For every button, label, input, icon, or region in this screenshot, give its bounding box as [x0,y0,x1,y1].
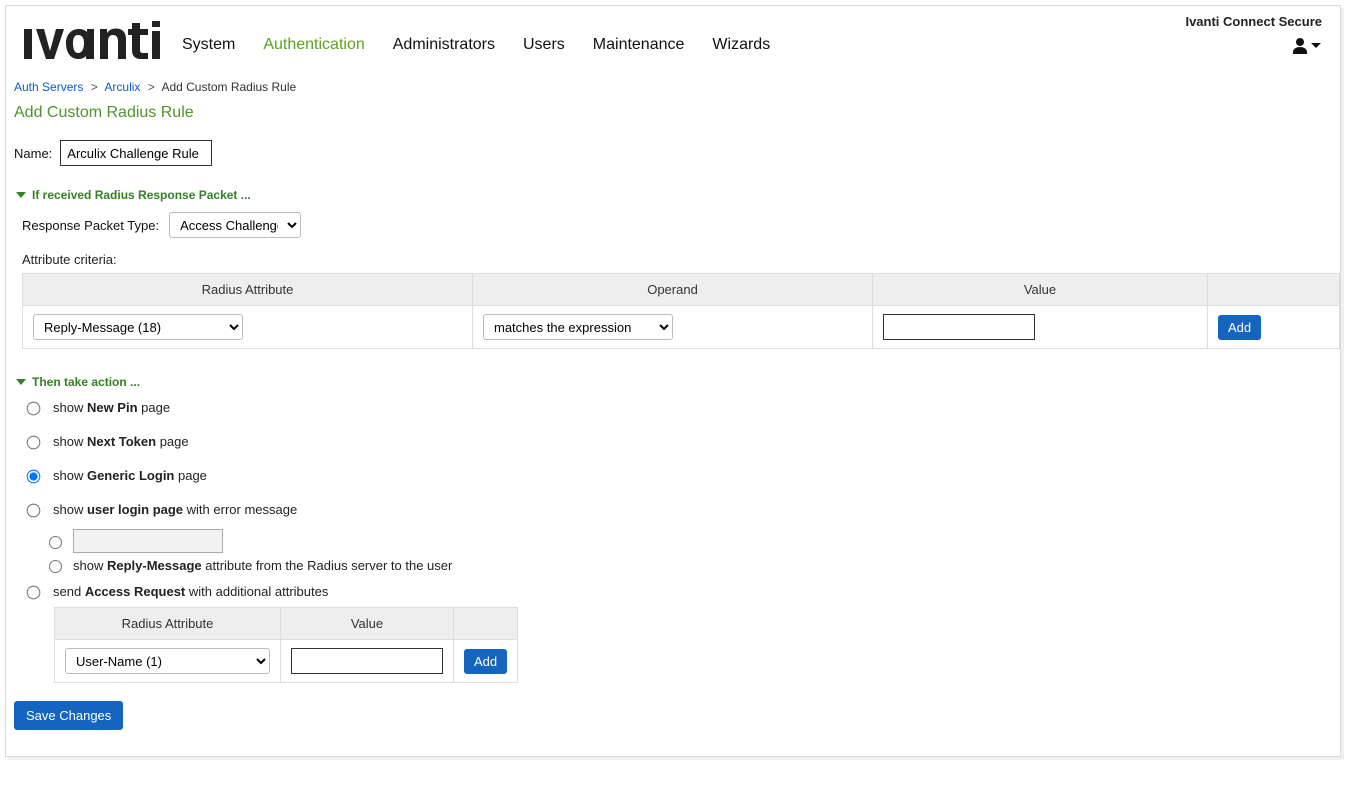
user-icon [1292,38,1308,54]
response-type-select[interactable]: Access Challenge [169,212,301,238]
breadcrumb-link-arculix[interactable]: Arculix [104,80,140,94]
table-row: User-Name (1) Add [55,640,518,683]
add-criteria-button[interactable]: Add [1218,315,1261,340]
radio-error-reply-message[interactable] [49,560,62,573]
breadcrumb-sep: > [148,80,155,94]
save-changes-button[interactable]: Save Changes [14,701,123,730]
chevron-down-icon [16,379,26,385]
add-inner-button[interactable]: Add [464,649,507,674]
radio-new-pin[interactable] [27,402,41,416]
inner-value-input[interactable] [291,648,443,674]
chevron-down-icon [1310,40,1322,52]
nav-item-system[interactable]: System [182,36,235,54]
nav-item-administrators[interactable]: Administrators [393,36,495,54]
action-next-token-label: show Next Token page [53,434,189,449]
action-access-request-label: send Access Request with additional attr… [53,584,328,599]
action-user-login-error-label: show user login page with error message [53,502,297,517]
user-menu[interactable] [1292,38,1322,54]
col-header-value: Value [873,274,1208,306]
col-header-operand: Operand [473,274,873,306]
action-new-pin-label: show New Pin page [53,400,170,415]
nav-item-users[interactable]: Users [523,36,565,54]
action-generic-login-label: show Generic Login page [53,468,207,483]
response-type-label: Response Packet Type: [22,218,159,233]
nav-item-authentication[interactable]: Authentication [263,36,364,54]
attribute-criteria-label: Attribute criteria: [22,252,1332,267]
breadcrumb-link-auth-servers[interactable]: Auth Servers [14,80,83,94]
additional-attributes-table: Radius Attribute Value User-Name (1) [54,607,518,683]
inner-attribute-select[interactable]: User-Name (1) [65,648,270,674]
col-header-action [1208,274,1340,306]
operand-select[interactable]: matches the expression [483,314,673,340]
breadcrumb-sep: > [91,80,98,94]
content: Name: If received Radius Response Packet… [6,140,1340,756]
section-if-received[interactable]: If received Radius Response Packet ... [16,188,1332,202]
attribute-criteria-table: Radius Attribute Operand Value Reply-Mes… [22,273,1340,349]
brand-logo-icon [22,21,162,65]
radio-error-custom-text[interactable] [49,536,62,549]
table-row: Reply-Message (18) matches the expressio… [23,306,1340,349]
name-input[interactable] [60,140,212,166]
name-label: Name: [14,146,52,161]
criteria-value-input[interactable] [883,314,1035,340]
col-header-radius-attribute: Radius Attribute [23,274,473,306]
action-list: show New Pin page show Next Token page s… [22,399,1332,683]
topbar: System Authentication Administrators Use… [6,6,1340,74]
logo-ivanti [20,11,182,69]
nav-item-wizards[interactable]: Wizards [712,36,770,54]
radio-next-token[interactable] [27,436,41,450]
main-nav: System Authentication Administrators Use… [182,6,770,74]
breadcrumb: Auth Servers > Arculix > Add Custom Radi… [6,74,1340,100]
inner-col-header-action [454,608,518,640]
radius-attribute-select[interactable]: Reply-Message (18) [33,314,243,340]
radio-generic-login[interactable] [27,470,41,484]
radio-access-request[interactable] [27,586,41,600]
action-reply-message-label: show Reply-Message attribute from the Ra… [73,558,452,573]
nav-item-maintenance[interactable]: Maintenance [593,36,685,54]
chevron-down-icon [16,192,26,198]
radio-user-login-error[interactable] [27,504,41,518]
page-title: Add Custom Radius Rule [6,100,1340,134]
error-custom-text-input[interactable] [73,529,223,553]
inner-col-header-val: Value [281,608,454,640]
section-then-take-action[interactable]: Then take action ... [16,375,1332,389]
breadcrumb-current: Add Custom Radius Rule [161,80,296,94]
section-if-label: If received Radius Response Packet ... [32,188,251,202]
inner-col-header-attr: Radius Attribute [55,608,281,640]
section-then-label: Then take action ... [32,375,140,389]
